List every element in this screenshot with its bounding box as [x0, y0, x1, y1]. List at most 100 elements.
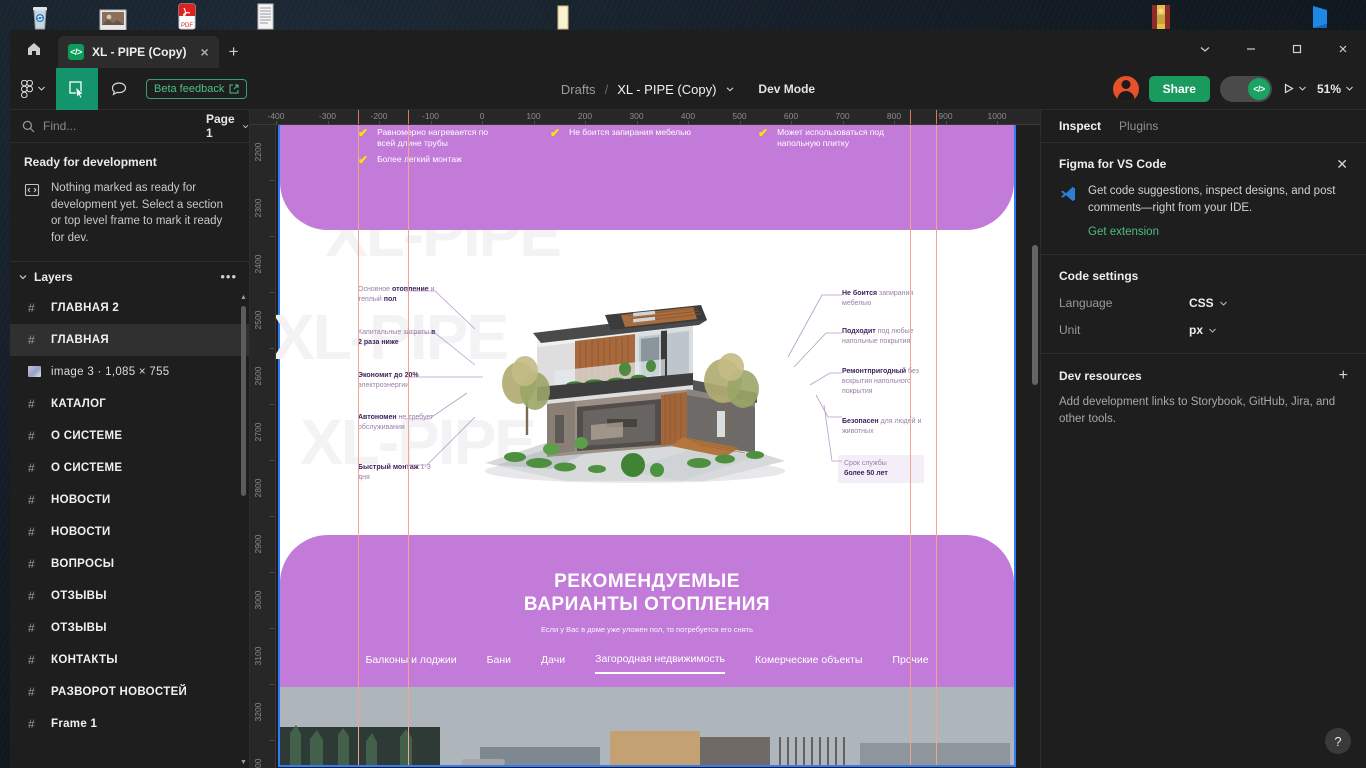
ruler-tick-label: 0 — [479, 111, 485, 121]
ruler-tick — [270, 180, 274, 181]
layer-row[interactable]: # НОВОСТИ — [10, 516, 249, 548]
vscode-section-title: Figma for VS Code — [1059, 157, 1167, 171]
unit-select[interactable]: px — [1189, 323, 1217, 337]
category-tab-2[interactable]: Дачи — [541, 654, 565, 673]
comment-tool[interactable] — [98, 68, 140, 110]
layer-name: НОВОСТИ — [51, 525, 111, 538]
layer-row[interactable]: # КОНТАКТЫ — [10, 644, 249, 676]
layer-row[interactable]: # Frame 1 — [10, 708, 249, 740]
layer-row[interactable]: # КАТАЛОГ — [10, 388, 249, 420]
scroll-up-icon[interactable]: ▲ — [240, 292, 247, 304]
minimize-button[interactable] — [1228, 30, 1274, 68]
layer-row[interactable]: # ОТЗЫВЫ — [10, 612, 249, 644]
file-tab[interactable]: </> XL - PIPE (Copy) × — [58, 36, 219, 68]
layer-name: РАЗВОРОТ НОВОСТЕЙ — [51, 685, 188, 698]
close-icon[interactable]: ✕ — [1336, 157, 1348, 171]
add-dev-resource-button[interactable]: + — [1339, 368, 1348, 384]
guide-line — [936, 125, 937, 765]
category-tab-0[interactable]: Балконы и лоджии — [365, 654, 456, 673]
ruler-tick-label: 2800 — [253, 478, 263, 498]
design-canvas[interactable]: -400 -300 -200 -100 0 100 200 300 400 500 600 700 80… — [250, 110, 1040, 768]
tab-plugins[interactable]: Plugins — [1119, 119, 1158, 133]
search-input[interactable] — [43, 119, 198, 133]
left-sidebar: Page 1 Ready for development Nothing mar… — [10, 110, 250, 768]
horizontal-ruler[interactable]: -400 -300 -200 -100 0 100 200 300 400 500 600 700 80… — [250, 110, 1040, 125]
ruler-tick — [482, 121, 483, 124]
help-button[interactable]: ? — [1325, 728, 1351, 754]
close-window-button[interactable] — [1320, 30, 1366, 68]
frame-hash-icon: # — [28, 332, 35, 347]
layers-collapse-chevron-icon[interactable] — [18, 272, 28, 282]
layer-row[interactable]: # ГЛАВНАЯ — [10, 323, 249, 356]
figma-menu-button[interactable] — [10, 68, 56, 110]
layer-row[interactable]: # ГЛАВНАЯ 2 — [10, 292, 249, 324]
language-select[interactable]: CSS — [1189, 296, 1228, 310]
category-tab-1[interactable]: Бани — [487, 654, 511, 673]
breadcrumb-chevron-down-icon[interactable] — [725, 84, 735, 94]
annotation-right-3: Ремонтпригодный без вскрытия напольного … — [842, 368, 919, 396]
blue-app-icon[interactable] — [1305, 2, 1335, 32]
lifetime-badge: Срок службы более 50 лет — [838, 455, 924, 484]
frame-hash-icon: # — [28, 524, 35, 539]
layer-row[interactable]: # О СИСТЕМЕ — [10, 420, 249, 452]
breadcrumb-drafts[interactable]: Drafts — [561, 82, 596, 97]
share-button[interactable]: Share — [1148, 75, 1210, 102]
category-tab-4[interactable]: Комерческие объекты — [755, 654, 862, 673]
ruler-tick-label: -200 — [370, 111, 388, 121]
recycle-bin-icon[interactable] — [25, 2, 55, 32]
layer-row[interactable]: # РАЗВОРОТ НОВОСТЕЙ — [10, 676, 249, 708]
layers-options-button[interactable]: ••• — [220, 269, 237, 284]
code-frame-icon — [24, 180, 40, 247]
design-frame-glavnaya[interactable]: XL-PIPE XL-PIPE XL-PIPE ✔ Равномерно наг… — [276, 125, 1016, 767]
right-sidebar: Inspect Plugins Figma for VS Code ✕ Get … — [1040, 110, 1366, 768]
page-selector[interactable]: Page 1 — [206, 112, 249, 140]
ruler-tick-label: -400 — [267, 111, 285, 121]
bottom-photo-strip — [280, 687, 1014, 765]
browser-tab-strip: </> XL - PIPE (Copy) × + — [10, 30, 1366, 68]
guide-line — [358, 125, 359, 765]
layer-row[interactable]: # ВОПРОСЫ — [10, 548, 249, 580]
inspect-cursor-tool[interactable] — [56, 67, 98, 110]
ruler-tick-label: 700 — [835, 111, 850, 121]
folder-icon[interactable] — [548, 2, 578, 32]
get-extension-link[interactable]: Get extension — [1088, 226, 1348, 238]
user-avatar[interactable] — [1112, 75, 1139, 102]
app-shortcut-icon[interactable] — [1146, 2, 1176, 32]
code-settings-section: Code settings Language CSS Unit px — [1041, 255, 1366, 355]
layers-scrollbar[interactable]: ▲ ▼ — [240, 292, 247, 768]
layer-row[interactable]: # ОТЗЫВЫ — [10, 580, 249, 612]
zoom-control[interactable]: 51% — [1317, 82, 1354, 96]
canvas-horizontal-scrollbar[interactable] — [461, 759, 505, 765]
ruler-tick — [379, 121, 380, 124]
layer-row[interactable]: # О СИСТЕМЕ — [10, 452, 249, 484]
window-chevron-icon[interactable] — [1182, 30, 1228, 68]
new-tab-button[interactable]: + — [219, 36, 249, 68]
home-button[interactable] — [10, 30, 58, 68]
layer-row[interactable]: # НОВОСТИ — [10, 484, 249, 516]
breadcrumb-filename[interactable]: XL - PIPE (Copy) — [617, 82, 716, 97]
layer-name: О СИСТЕМЕ — [51, 461, 123, 474]
present-button[interactable] — [1282, 82, 1307, 95]
pdf-file-icon[interactable]: PDF — [172, 2, 202, 32]
dev-resources-note: Add development links to Storybook, GitH… — [1059, 396, 1336, 426]
category-tab-3[interactable]: Загородная недвижимость — [595, 653, 726, 674]
layers-list[interactable]: # ГЛАВНАЯ 2 # ГЛАВНАЯ image 3 · 1,085 × 755 #… — [10, 292, 249, 768]
dev-mode-toggle[interactable]: </> — [1219, 75, 1272, 102]
canvas-viewport[interactable]: XL-PIPE XL-PIPE XL-PIPE ✔ Равномерно наг… — [276, 125, 1040, 768]
toolbar-right-actions: Share </> 51% — [1112, 75, 1366, 102]
maximize-button[interactable] — [1274, 30, 1320, 68]
vertical-ruler[interactable]: 2200 2300 2400 2500 2600 2700 2800 2900 3000 3100… — [250, 125, 276, 768]
close-tab-icon[interactable]: × — [200, 45, 208, 59]
scroll-down-icon[interactable]: ▼ — [240, 756, 247, 768]
beta-feedback-button[interactable]: Beta feedback — [146, 78, 248, 99]
tab-inspect[interactable]: Inspect — [1059, 119, 1101, 133]
layer-row[interactable]: image 3 · 1,085 × 755 — [10, 356, 249, 388]
ruler-tick — [842, 121, 844, 124]
ruler-tick-label: 500 — [732, 111, 747, 121]
text-document-icon[interactable] — [250, 2, 280, 32]
canvas-vertical-scrollbar[interactable] — [1032, 245, 1038, 385]
ruler-tick — [270, 348, 274, 349]
inspect-panel-tabs: Inspect Plugins — [1041, 110, 1366, 143]
layer-name: ГЛАВНАЯ — [51, 333, 109, 346]
scrollbar-thumb[interactable] — [241, 305, 246, 496]
